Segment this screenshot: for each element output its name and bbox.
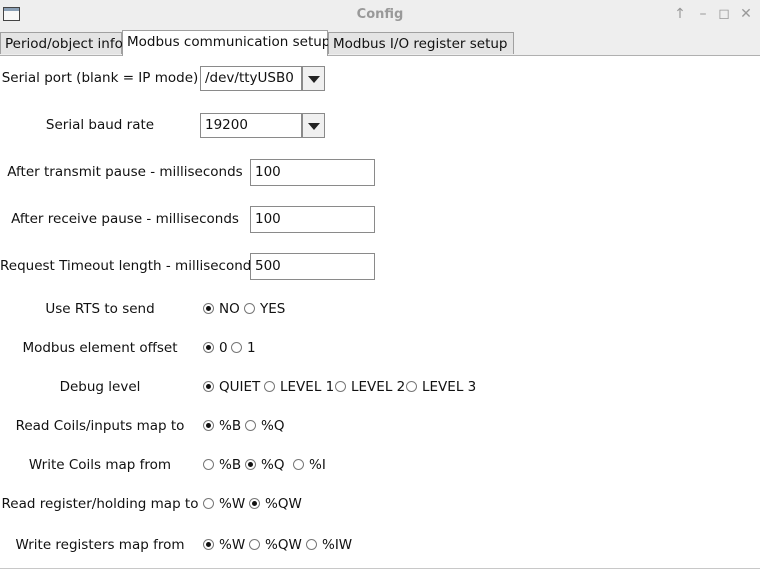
debug-level-label: Debug level xyxy=(59,379,141,395)
read-register-w-label: %W xyxy=(219,496,246,512)
write-registers-w-label: %W xyxy=(219,537,246,553)
read-coils-label: Read Coils/inputs map to xyxy=(15,418,185,434)
offset-0-radio[interactable] xyxy=(203,342,214,353)
offset-1-label: 1 xyxy=(247,340,256,356)
read-coils-b-label: %B xyxy=(219,418,242,434)
write-coils-label: Write Coils map from xyxy=(28,457,172,473)
read-register-label: Read register/holding map to xyxy=(1,496,199,512)
baud-rate-field[interactable]: 19200 xyxy=(200,113,302,138)
close-icon[interactable]: ✕ xyxy=(738,6,754,22)
rts-yes-label: YES xyxy=(260,301,286,317)
tab-period-object-info[interactable]: Period/object info xyxy=(0,32,123,54)
after-receive-input[interactable]: 100 xyxy=(250,206,375,233)
rts-no-label: NO xyxy=(219,301,240,317)
baud-rate-dropdown-button[interactable] xyxy=(302,113,325,138)
debug-level2-radio[interactable] xyxy=(335,381,346,392)
after-receive-label: After receive pause - milliseconds xyxy=(11,211,239,227)
read-coils-q-label: %Q xyxy=(261,418,285,434)
window-title: Config xyxy=(356,7,404,22)
read-coils-b-radio[interactable] xyxy=(203,420,214,431)
write-coils-q-radio[interactable] xyxy=(245,459,256,470)
write-registers-iw-label: %IW xyxy=(322,537,353,553)
after-transmit-label: After transmit pause - milliseconds xyxy=(7,164,243,180)
write-coils-b-radio[interactable] xyxy=(203,459,214,470)
write-registers-iw-radio[interactable] xyxy=(306,539,317,550)
maximize-icon[interactable]: ◻ xyxy=(716,6,732,22)
write-coils-b-label: %B xyxy=(219,457,242,473)
rts-label: Use RTS to send xyxy=(45,301,155,317)
debug-level3-label: LEVEL 3 xyxy=(422,379,477,395)
element-offset-label: Modbus element offset xyxy=(22,340,178,356)
after-transmit-input[interactable]: 100 xyxy=(250,159,375,186)
write-registers-qw-radio[interactable] xyxy=(249,539,260,550)
rts-no-radio[interactable] xyxy=(203,303,214,314)
baud-rate-label: Serial baud rate xyxy=(45,117,155,133)
read-register-qw-radio[interactable] xyxy=(249,498,260,509)
offset-1-radio[interactable] xyxy=(231,342,242,353)
request-timeout-label: Request Timeout length - milliseconds xyxy=(0,258,259,274)
tab-modbus-io-register-setup[interactable]: Modbus I/O register setup xyxy=(328,32,514,54)
write-registers-qw-label: %QW xyxy=(265,537,302,553)
minimize-icon[interactable]: – xyxy=(695,6,711,22)
read-register-qw-label: %QW xyxy=(265,496,302,512)
write-registers-w-radio[interactable] xyxy=(203,539,214,550)
debug-quiet-label: QUIET xyxy=(219,379,261,395)
debug-level1-label: LEVEL 1 xyxy=(280,379,335,395)
debug-quiet-radio[interactable] xyxy=(203,381,214,392)
offset-0-label: 0 xyxy=(219,340,228,356)
debug-level1-radio[interactable] xyxy=(264,381,275,392)
rts-yes-radio[interactable] xyxy=(244,303,255,314)
read-register-w-radio[interactable] xyxy=(203,498,214,509)
pin-icon[interactable]: ↑ xyxy=(672,6,688,22)
title-bar: Config ↑ – ◻ ✕ xyxy=(0,0,760,30)
write-coils-i-label: %I xyxy=(309,457,326,473)
tab-bar: Period/object info Modbus communication … xyxy=(0,30,760,56)
serial-port-label: Serial port (blank = IP mode) xyxy=(1,70,199,86)
write-coils-q-label: %Q xyxy=(261,457,285,473)
serial-port-field[interactable]: /dev/ttyUSB0 xyxy=(200,66,302,91)
write-registers-label: Write registers map from xyxy=(15,537,185,553)
write-coils-i-radio[interactable] xyxy=(293,459,304,470)
read-coils-q-radio[interactable] xyxy=(245,420,256,431)
tab-modbus-communication-setup[interactable]: Modbus communication setup xyxy=(122,30,330,56)
serial-port-dropdown-button[interactable] xyxy=(302,66,325,91)
bottom-divider xyxy=(0,568,760,569)
debug-level3-radio[interactable] xyxy=(406,381,417,392)
request-timeout-input[interactable]: 500 xyxy=(250,253,375,280)
debug-level2-label: LEVEL 2 xyxy=(351,379,406,395)
